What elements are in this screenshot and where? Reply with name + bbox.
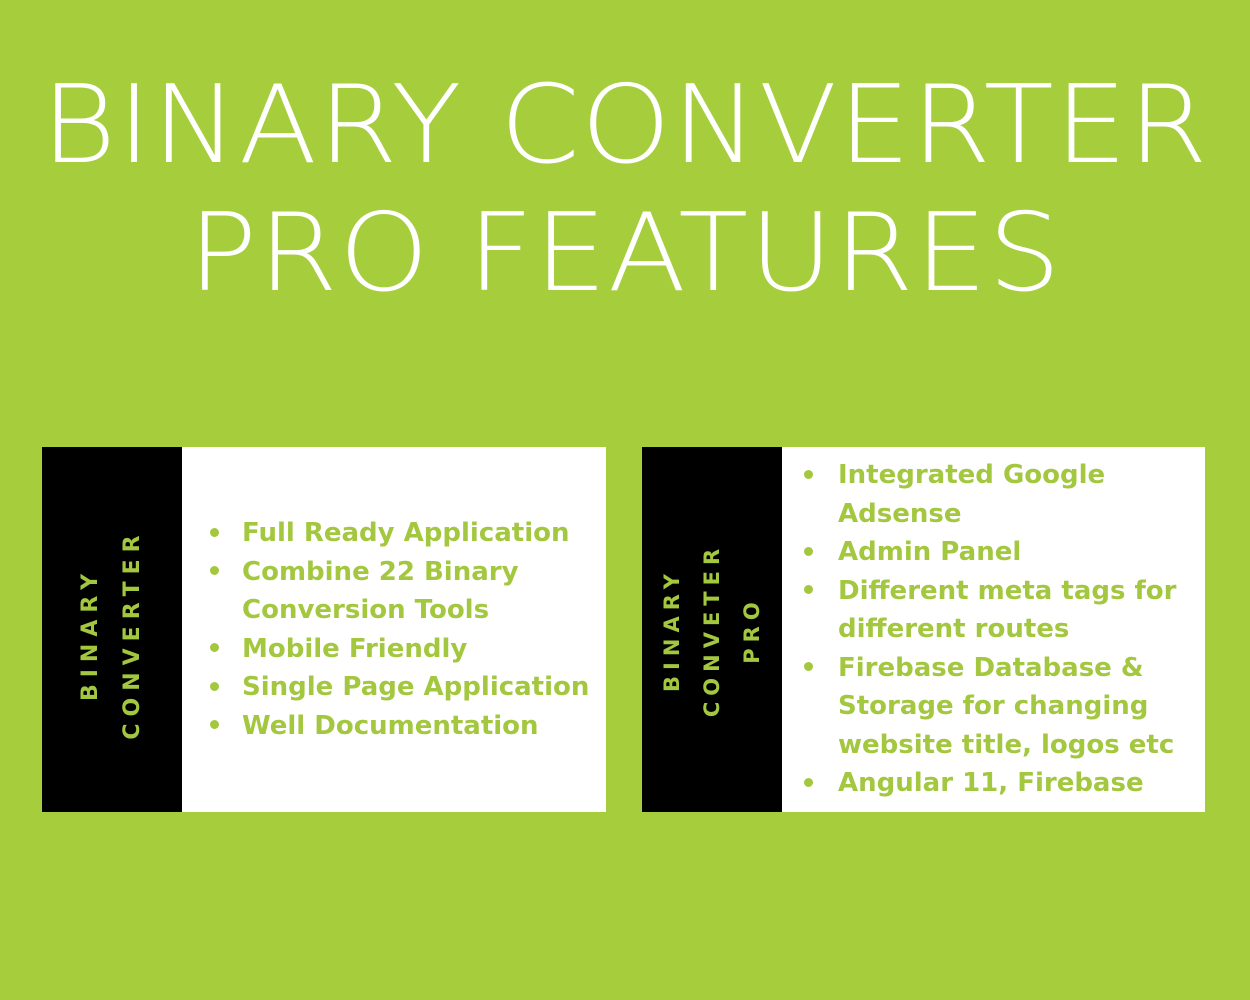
page-title-line-2: PRO FEATURES xyxy=(188,191,1062,316)
bullet-dot-icon xyxy=(804,546,813,556)
bullet-dot-icon xyxy=(804,662,813,672)
page-title: BINARY CONVERTER PRO FEATURES xyxy=(0,62,1250,318)
card-label-panel-binary-converter: BINARY CONVERTER xyxy=(42,447,182,812)
list-item-label: Firebase Database & Storage for changing… xyxy=(838,652,1175,760)
feature-cards-row: BINARY CONVERTER Full Ready Application … xyxy=(0,447,1250,812)
list-item: Single Page Application xyxy=(192,668,592,707)
bullet-dot-icon xyxy=(804,777,813,787)
bullet-dot-icon xyxy=(210,643,219,653)
list-item-label: Different meta tags for different routes xyxy=(838,575,1177,645)
list-item-label: Full Ready Application xyxy=(242,518,570,548)
card-label-line-3: PRO xyxy=(740,595,764,664)
feature-card-binary-converter-pro: BINARY CONVETER PRO Integrated Google Ad… xyxy=(642,447,1205,812)
card-label-panel-binary-converter-pro: BINARY CONVETER PRO xyxy=(642,447,782,812)
card-label-line-2: CONVERTER xyxy=(120,527,145,740)
list-item-label: Angular 11, Firebase xyxy=(838,768,1144,799)
list-item: Full Ready Application xyxy=(192,514,592,553)
list-item: Well Documentation xyxy=(192,707,592,746)
feature-comparison-poster: BINARY CONVERTER PRO FEATURES BINARY CON… xyxy=(0,0,1250,1000)
card-feature-list-panel-binary-converter: Full Ready Application Combine 22 Binary… xyxy=(182,447,606,812)
list-item: Combine 22 Binary Conversion Tools xyxy=(192,553,592,630)
list-item: Firebase Database & Storage for changing… xyxy=(788,649,1191,765)
list-item: Mobile Friendly xyxy=(192,630,592,669)
bullet-dot-icon xyxy=(210,566,219,576)
bullet-dot-icon xyxy=(804,469,813,479)
list-item: Angular 11, Firebase xyxy=(788,764,1191,803)
bullet-dot-icon xyxy=(210,681,219,691)
card-label-line-1: BINARY xyxy=(78,566,103,701)
list-item: Admin Panel xyxy=(788,533,1191,572)
card-label-rotated-text: BINARY CONVETER PRO xyxy=(653,542,771,716)
feature-list: Full Ready Application Combine 22 Binary… xyxy=(182,514,592,745)
list-item-label: Admin Panel xyxy=(838,537,1022,568)
list-item-label: Mobile Friendly xyxy=(242,633,468,664)
page-title-line-1: BINARY CONVERTER xyxy=(41,63,1209,188)
feature-card-binary-converter: BINARY CONVERTER Full Ready Application … xyxy=(42,447,606,812)
list-item-label: Combine 22 Binary Conversion Tools xyxy=(242,556,519,626)
list-item: Integrated Google Adsense xyxy=(788,456,1191,533)
list-item: Different meta tags for different routes xyxy=(788,572,1191,649)
card-label-rotated-text: BINARY CONVERTER xyxy=(71,528,153,739)
bullet-dot-icon xyxy=(210,527,219,537)
bullet-dot-icon xyxy=(804,585,813,595)
card-label-line-1: BINARY xyxy=(660,567,684,692)
bullet-dot-icon xyxy=(210,720,219,730)
card-label-line-2: CONVETER xyxy=(700,542,724,717)
list-item-label: Well Documentation xyxy=(242,710,539,741)
feature-list: Integrated Google Adsense Admin Panel Di… xyxy=(782,456,1191,803)
list-item-label: Integrated Google Adsense xyxy=(838,460,1106,529)
list-item-label: Single Page Application xyxy=(242,672,590,702)
card-feature-list-panel-binary-converter-pro: Integrated Google Adsense Admin Panel Di… xyxy=(782,447,1205,812)
